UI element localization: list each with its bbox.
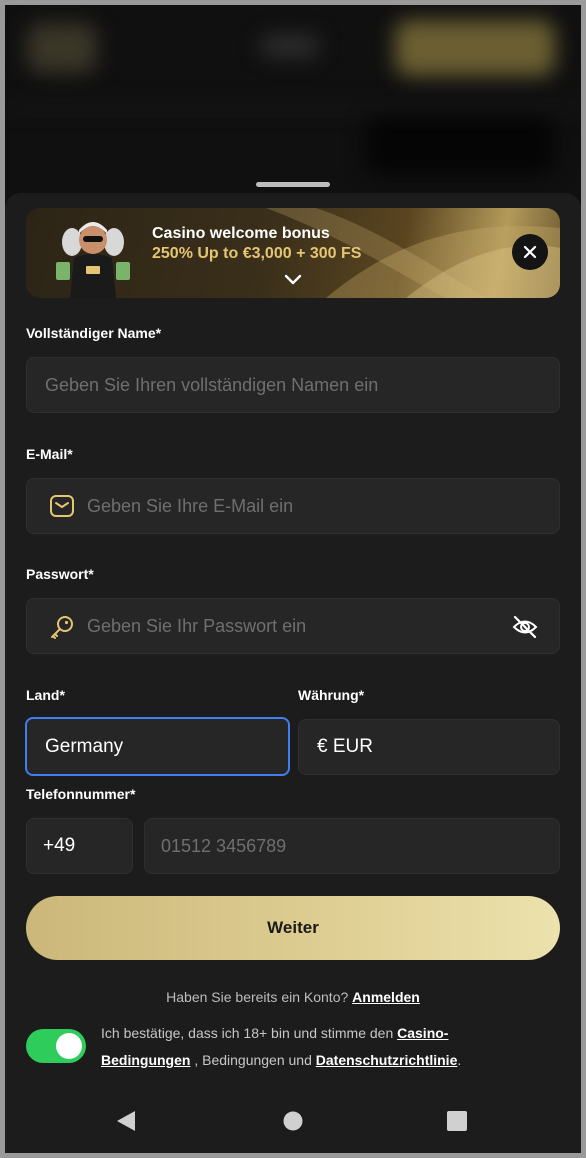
password-label: Passwort*	[26, 566, 94, 582]
blurred-background	[5, 5, 581, 205]
sheet-drag-handle[interactable]	[256, 182, 330, 187]
envelope-icon	[50, 495, 74, 517]
close-icon	[523, 245, 537, 259]
login-question: Haben Sie bereits ein Konto?	[166, 989, 349, 1005]
full-name-input[interactable]: Geben Sie Ihren vollständigen Namen ein	[26, 357, 560, 413]
back-triangle-icon[interactable]	[115, 1109, 137, 1133]
phone-number-input[interactable]: 01512 3456789	[144, 818, 560, 874]
password-placeholder: Geben Sie Ihr Passwort ein	[87, 615, 307, 636]
privacy-policy-link[interactable]: Datenschutzrichtlinie	[316, 1052, 458, 1068]
home-circle-icon[interactable]	[282, 1109, 304, 1133]
consent-text-part3: .	[457, 1052, 462, 1068]
full-name-placeholder: Geben Sie Ihren vollständigen Namen ein	[45, 374, 379, 395]
registration-sheet: Casino welcome bonus 250% Up to €3,000 +…	[5, 193, 581, 1153]
country-select[interactable]: Germany	[25, 717, 290, 776]
system-navigation-bar	[5, 1095, 581, 1153]
consent-toggle[interactable]	[26, 1029, 86, 1063]
close-banner-button[interactable]	[512, 234, 548, 270]
phone-code-value: +49	[43, 835, 76, 856]
continue-button[interactable]: Weiter	[26, 896, 560, 960]
phone-code-select[interactable]: +49	[26, 818, 133, 874]
email-label: E-Mail*	[26, 446, 73, 462]
email-input[interactable]: Geben Sie Ihre E-Mail ein	[26, 478, 560, 534]
consent-text-part2: , Bedingungen und	[190, 1052, 316, 1068]
currency-select[interactable]: € EUR	[298, 719, 560, 775]
login-link[interactable]: Anmelden	[352, 989, 420, 1005]
toggle-knob	[56, 1033, 82, 1059]
mascot-illustration	[56, 222, 130, 298]
phone-number-placeholder: 01512 3456789	[161, 835, 287, 856]
login-prompt: Haben Sie bereits ein Konto? Anmelden	[5, 989, 581, 1005]
eye-off-icon[interactable]	[511, 614, 539, 640]
recents-square-icon[interactable]	[446, 1109, 468, 1133]
app-screen: Casino welcome bonus 250% Up to €3,000 +…	[5, 5, 581, 1153]
country-value: Germany	[45, 735, 124, 757]
full-name-label: Vollständiger Name*	[26, 325, 162, 341]
consent-text-part1: Ich bestätige, dass ich 18+ bin und stim…	[101, 1025, 398, 1041]
banner-subtitle: 250% Up to €3,000 + 300 FS	[152, 245, 362, 262]
chevron-down-icon[interactable]	[284, 274, 302, 286]
key-icon	[51, 616, 73, 639]
welcome-bonus-banner[interactable]: Casino welcome bonus 250% Up to €3,000 +…	[26, 208, 560, 298]
banner-title: Casino welcome bonus	[152, 225, 330, 242]
country-label: Land*	[26, 687, 65, 703]
password-input[interactable]: Geben Sie Ihr Passwort ein	[26, 598, 560, 654]
currency-value: € EUR	[317, 736, 373, 757]
email-placeholder: Geben Sie Ihre E-Mail ein	[87, 495, 294, 516]
currency-label: Währung*	[298, 687, 365, 703]
consent-text: Ich bestätige, dass ich 18+ bin und stim…	[101, 1020, 521, 1074]
phone-label: Telefonnummer*	[26, 786, 136, 802]
